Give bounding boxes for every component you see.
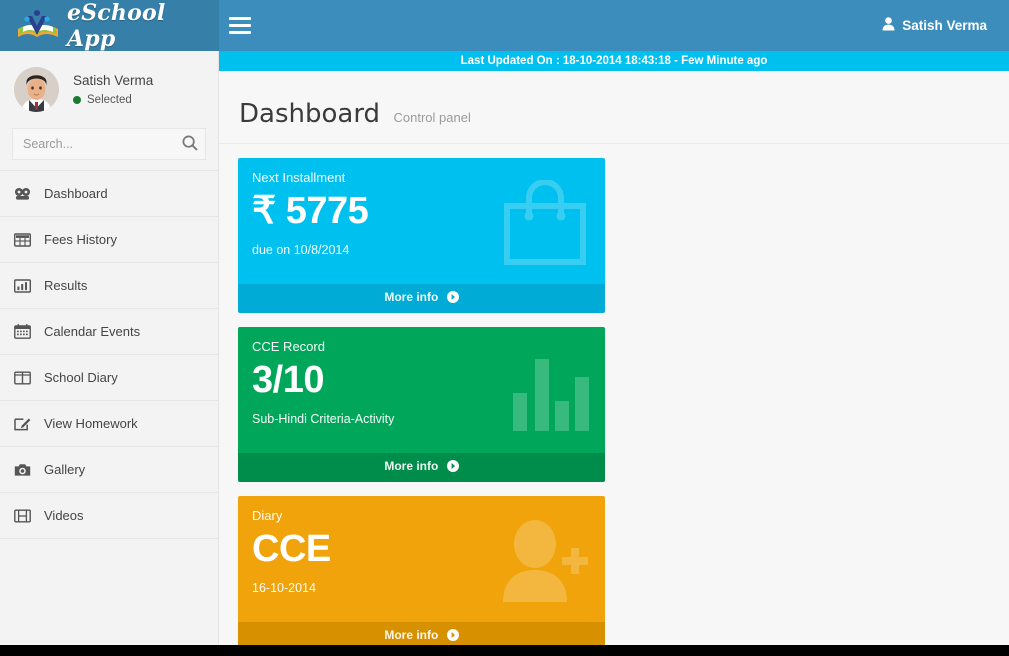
sidebar-item-label: Calendar Events	[44, 324, 140, 339]
more-info-label: More info	[384, 459, 438, 473]
page-subtitle: Control panel	[394, 110, 471, 125]
sidebar-item-label: Results	[44, 278, 87, 293]
more-info-button[interactable]: More info	[238, 284, 605, 313]
card-body: CCE Record 3/10 Sub-Hindi Criteria-Activ…	[238, 327, 605, 453]
card-cce-record: CCE Record 3/10 Sub-Hindi Criteria-Activ…	[238, 327, 605, 482]
calendar-icon	[14, 323, 31, 340]
sidebar-item-fees-history[interactable]: Fees History	[0, 217, 218, 263]
sidebar-menu: Dashboard Fees History Results Calendar …	[0, 170, 218, 539]
bar-chart-icon	[14, 277, 31, 294]
card-next-installment: Next Installment ₹ 5775 due on 10/8/2014…	[238, 158, 605, 313]
page-header: Dashboard Control panel	[219, 71, 1009, 144]
sidebar-item-view-homework[interactable]: View Homework	[0, 401, 218, 447]
user-plus-icon	[497, 518, 589, 607]
more-info-button[interactable]: More info	[238, 622, 605, 645]
sidebar-item-label: View Homework	[44, 416, 138, 431]
status-dot-icon	[73, 96, 81, 104]
film-icon	[14, 507, 31, 524]
sidebar-item-dashboard[interactable]: Dashboard	[0, 171, 218, 217]
more-info-label: More info	[384, 628, 438, 642]
search-input[interactable]	[12, 128, 206, 160]
brand-name: eSchool App	[67, 0, 219, 52]
camera-icon	[14, 461, 31, 478]
navbar-user-name: Satish Verma	[902, 18, 987, 33]
card-body: Diary CCE 16-10-2014	[238, 496, 605, 622]
sidebar-item-label: School Diary	[44, 370, 118, 385]
last-updated-text: Last Updated On : 18-10-2014 18:43:18 - …	[461, 55, 768, 67]
columns-icon	[14, 369, 31, 386]
sidebar-item-results[interactable]: Results	[0, 263, 218, 309]
sidebar-user-meta: Satish Verma Selected	[73, 73, 153, 106]
page-title: Dashboard	[239, 99, 380, 129]
card-body: Next Installment ₹ 5775 due on 10/8/2014	[238, 158, 605, 284]
sidebar-search	[12, 128, 206, 160]
shopping-bag-icon	[501, 180, 589, 271]
sidebar-item-label: Fees History	[44, 232, 117, 247]
sidebar-item-label: Dashboard	[44, 186, 108, 201]
sidebar-user-name: Satish Verma	[73, 73, 153, 88]
user-icon	[882, 17, 895, 34]
navbar-user-menu[interactable]: Satish Verma	[882, 17, 987, 34]
sidebar-item-label: Gallery	[44, 462, 85, 477]
arrow-circle-right-icon	[447, 460, 459, 475]
dashboard-icon	[14, 185, 31, 202]
top-navbar: Satish Verma	[219, 0, 1009, 51]
sidebar: Satish Verma Selected Dashboard	[0, 51, 219, 645]
edit-icon	[14, 415, 31, 432]
sidebar-user-status: Selected	[73, 94, 153, 106]
arrow-circle-right-icon	[447, 629, 459, 644]
app-window: eSchool App Satish Verma Last Updated On…	[0, 0, 1009, 656]
more-info-button[interactable]: More info	[238, 453, 605, 482]
sidebar-item-videos[interactable]: Videos	[0, 493, 218, 539]
main-content: Dashboard Control panel Next Installment…	[219, 71, 1009, 645]
window-bottom-bar	[0, 645, 1009, 656]
sidebar-user-status-label: Selected	[87, 94, 132, 106]
sidebar-item-gallery[interactable]: Gallery	[0, 447, 218, 493]
sidebar-item-label: Videos	[44, 508, 84, 523]
sidebar-item-school-diary[interactable]: School Diary	[0, 355, 218, 401]
book-people-logo-icon	[14, 9, 62, 43]
last-updated-banner: Last Updated On : 18-10-2014 18:43:18 - …	[219, 51, 1009, 71]
table-icon	[14, 231, 31, 248]
sidebar-item-calendar-events[interactable]: Calendar Events	[0, 309, 218, 355]
search-icon[interactable]	[180, 134, 200, 154]
bar-chart-icon	[511, 349, 589, 436]
hamburger-icon[interactable]	[219, 0, 261, 51]
more-info-label: More info	[384, 290, 438, 304]
dashboard-cards: Next Installment ₹ 5775 due on 10/8/2014…	[219, 144, 1009, 645]
avatar-icon	[14, 67, 59, 112]
brand-logo-bar[interactable]: eSchool App	[0, 0, 219, 51]
card-diary: Diary CCE 16-10-2014 More info	[238, 496, 605, 645]
sidebar-user-panel[interactable]: Satish Verma Selected	[0, 51, 218, 126]
arrow-circle-right-icon	[447, 291, 459, 306]
